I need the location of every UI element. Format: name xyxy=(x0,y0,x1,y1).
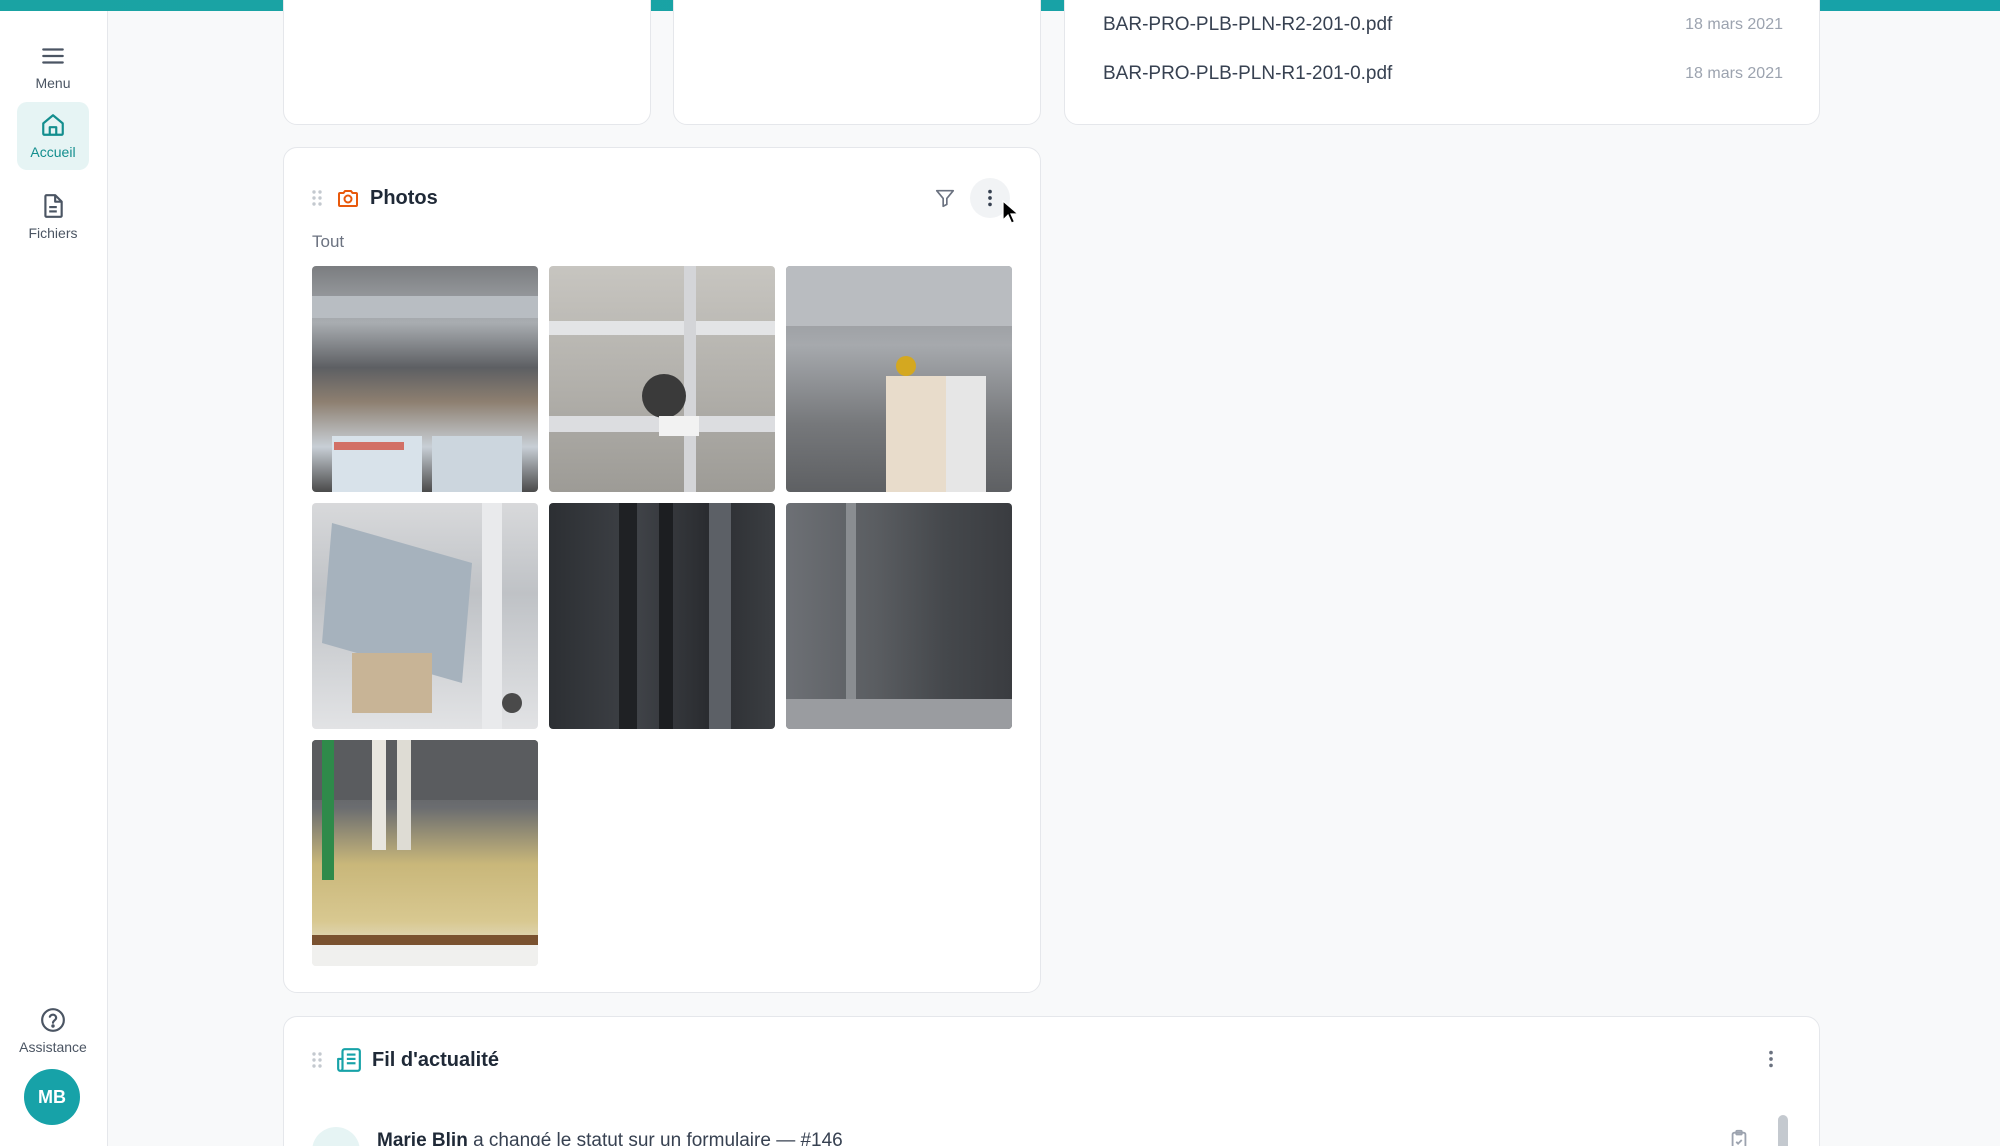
photo-image xyxy=(786,266,1012,492)
user-avatar[interactable]: MB xyxy=(24,1069,80,1125)
scrollbar-thumb[interactable] xyxy=(1778,1115,1788,1146)
sidebar-item-label: Fichiers xyxy=(28,225,78,241)
photo-thumbnail[interactable] xyxy=(549,266,775,492)
photo-thumbnail[interactable] xyxy=(786,266,1012,492)
photo-thumbnail[interactable] xyxy=(312,503,538,729)
photo-thumbnail[interactable] xyxy=(312,740,538,966)
clipboard-check-icon xyxy=(1731,1129,1747,1146)
news-feed-title: Fil d'actualité xyxy=(372,1048,500,1071)
news-entry-text: Marie Blin a changé le statut sur un for… xyxy=(377,1130,843,1146)
photos-widget-title: Photos xyxy=(370,186,438,209)
menu-button[interactable]: Menu xyxy=(17,33,89,101)
file-row[interactable]: BAR-PRO-PLB-PLN-R1-201-0.pdf 18 mars 202… xyxy=(1103,59,1783,89)
news-feed-widget-card: Fil d'actualité Marie Blin a changé le s… xyxy=(283,1016,1820,1146)
photo-thumbnail[interactable] xyxy=(312,266,538,492)
news-feed-more-button[interactable] xyxy=(1751,1039,1791,1079)
assistance-button[interactable]: Assistance xyxy=(17,997,89,1065)
photos-filter-label: Tout xyxy=(312,232,345,251)
news-entry-action: a changé le statut sur un formulaire — #… xyxy=(467,1130,843,1146)
file-name: BAR-PRO-PLB-PLN-R2-201-0.pdf xyxy=(1103,14,1393,35)
photo-image xyxy=(786,503,1012,729)
filter-icon xyxy=(935,189,955,208)
sidebar-item-fichiers[interactable]: Fichiers xyxy=(17,183,89,251)
photos-widget-header: Photos xyxy=(310,186,438,210)
photo-image xyxy=(312,296,538,492)
home-icon xyxy=(42,114,64,136)
assistance-label: Assistance xyxy=(19,1039,87,1055)
drag-handle-icon[interactable] xyxy=(310,188,324,208)
news-feed-header: Fil d'actualité xyxy=(310,1047,499,1073)
hamburger-icon xyxy=(42,48,64,64)
photo-thumbnail[interactable] xyxy=(786,503,1012,729)
newspaper-icon xyxy=(337,1048,361,1072)
photo-thumbnail[interactable] xyxy=(549,503,775,729)
menu-label: Menu xyxy=(35,75,71,91)
file-icon xyxy=(44,194,63,218)
photo-image xyxy=(312,740,538,966)
news-entry-author: Marie Blin xyxy=(377,1130,468,1146)
file-date: 18 mars 2021 xyxy=(1685,16,1783,33)
sidebar: Menu Accueil Fichiers Assistance MB xyxy=(0,11,108,1146)
camera-icon xyxy=(338,190,358,207)
more-vertical-icon xyxy=(988,189,992,207)
more-vertical-icon xyxy=(1769,1050,1773,1068)
photos-widget-card: Photos Tout xyxy=(283,147,1041,993)
photo-image xyxy=(322,503,522,729)
mouse-cursor-icon xyxy=(1002,200,1020,224)
news-entry-avatar xyxy=(312,1127,360,1146)
photo-image xyxy=(549,266,775,492)
widget-card-top-left xyxy=(283,0,651,125)
help-circle-icon xyxy=(41,1008,65,1032)
sidebar-item-label: Accueil xyxy=(30,144,76,160)
file-row[interactable]: BAR-PRO-PLB-PLN-R2-201-0.pdf 18 mars 202… xyxy=(1103,10,1783,40)
widget-card-top-middle xyxy=(673,0,1041,125)
file-name: BAR-PRO-PLB-PLN-R1-201-0.pdf xyxy=(1103,63,1393,84)
drag-handle-icon[interactable] xyxy=(310,1050,324,1070)
filter-button[interactable] xyxy=(925,178,965,218)
photo-image xyxy=(619,503,731,729)
file-date: 18 mars 2021 xyxy=(1685,65,1783,82)
files-widget-card: BAR-PRO-PLB-PLN-R2-201-0.pdf 18 mars 202… xyxy=(1064,0,1820,125)
sidebar-item-accueil[interactable]: Accueil xyxy=(17,102,89,170)
